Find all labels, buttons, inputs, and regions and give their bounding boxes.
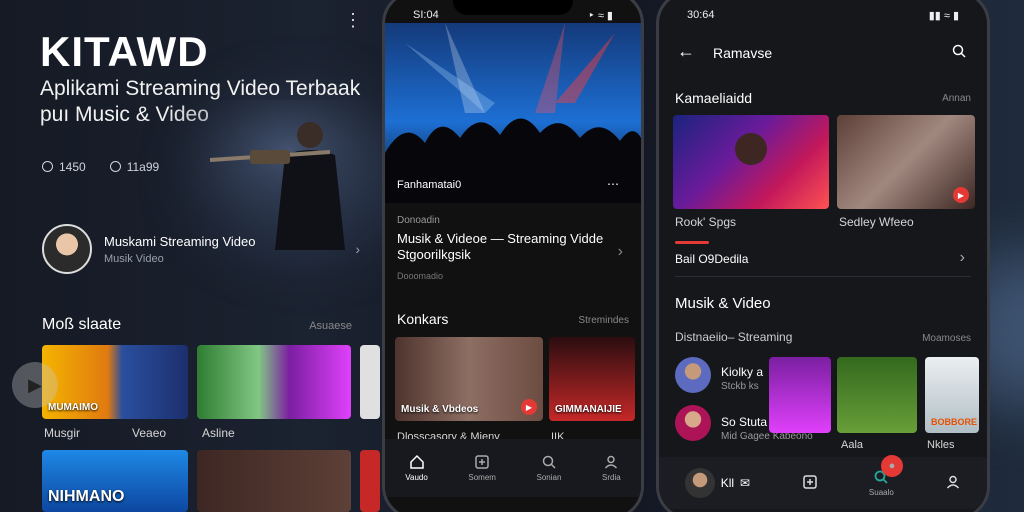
video-thumb[interactable]	[360, 345, 380, 419]
tab-profile[interactable]: Srdia	[602, 454, 621, 482]
channel-avatar	[42, 224, 92, 274]
chevron-right-icon: ›	[617, 243, 623, 260]
status-bar: SI:04 ‣ ≈ ▮	[385, 9, 641, 22]
screenshot-stage: KITAWD Aplikami Streaming Video Terbaak …	[0, 0, 1024, 512]
video-thumb[interactable]	[197, 450, 351, 512]
user-avatar	[684, 468, 715, 498]
status-time: 30:64	[687, 9, 715, 21]
video-meta-2: Dooomadio	[397, 271, 444, 281]
list-item-title: So Stuta	[721, 415, 768, 429]
channel-name: Muskami Streaming Video	[104, 233, 256, 249]
grid-thumb[interactable]: BOBBORE	[925, 357, 979, 433]
phone-mockup-2: 30:64 ▮▮ ≈ ▮ ← Ramavse Kamaeliaidd Annan…	[656, 0, 990, 512]
play-icon[interactable]: ▶	[12, 362, 58, 408]
status-time: SI:04	[413, 9, 439, 21]
video-card[interactable]: Musik & Vbdeos ▶	[395, 337, 543, 421]
tab-add[interactable]	[802, 474, 818, 493]
grid-thumb[interactable]	[769, 357, 831, 433]
video-card[interactable]: GIMMANAIJIE	[549, 337, 635, 421]
thumb-label: MUMAIMO	[48, 402, 98, 413]
card-label: GIMMANAIJIE	[555, 404, 622, 415]
status-bar: 30:64 ▮▮ ≈ ▮	[659, 9, 987, 22]
phone-mockup-1: SI:04 ‣ ≈ ▮ Fanhamatai0 ⋯ Donoadin Musik…	[382, 0, 644, 512]
video-thumb[interactable]	[197, 345, 351, 419]
performer-figure	[735, 133, 767, 165]
section-title: Distnaeiio– Streaming	[675, 330, 793, 344]
thumb-caption: Asline	[202, 426, 235, 440]
grid-thumb[interactable]	[837, 357, 917, 433]
chevron-right-icon: ›	[355, 241, 360, 257]
signal-icon: ‣ ≈ ▮	[588, 10, 613, 22]
see-all-link[interactable]: Annan	[942, 93, 971, 104]
plus-square-icon	[475, 455, 489, 469]
more-horizontal-icon[interactable]: ⋯	[607, 177, 619, 191]
thumb-caption: Musgir	[44, 426, 81, 440]
list-item-title: Kiolky a	[721, 365, 764, 379]
chevron-right-icon: ›	[959, 249, 965, 266]
video-thumb[interactable]	[360, 450, 380, 512]
video-thumb[interactable]: MUMAIMO	[42, 345, 188, 419]
card-caption: Sedley Wfeeo	[839, 215, 914, 229]
header-title: Ramavse	[713, 45, 773, 61]
user-icon	[605, 455, 618, 469]
bottom-tab-bar: Kll ✉ ● Suaalo	[659, 455, 987, 509]
section-header: Moß slaate Asuaese	[42, 316, 352, 334]
concert-hero-image	[385, 23, 641, 203]
mail-icon: ✉	[740, 476, 751, 490]
app-title: KITAWD	[40, 28, 209, 75]
video-card[interactable]	[673, 115, 829, 209]
notification-badge-icon: ●	[880, 455, 903, 477]
grid-caption: Nkles	[927, 439, 955, 451]
tab-home[interactable]: Vaudo	[405, 454, 428, 482]
play-icon[interactable]: ▶	[953, 187, 969, 203]
clock-icon	[109, 161, 121, 172]
divider	[675, 276, 971, 277]
section-title: Moß slaate	[42, 316, 122, 333]
user-icon	[947, 475, 960, 489]
channel-row[interactable]: Muskami Streaming Video Musik Video ›	[42, 224, 360, 274]
tab-search[interactable]: Sonian	[537, 454, 561, 482]
hero-label: Fanhamatai0	[397, 179, 462, 191]
search-icon	[542, 455, 556, 469]
home-icon	[409, 454, 424, 469]
video-thumb[interactable]: NIHMANO	[42, 450, 188, 512]
tab-add[interactable]: Somem	[468, 454, 496, 482]
video-stats: 1450 11a99	[42, 160, 159, 174]
section-title: Kamaeliaidd	[675, 90, 753, 106]
progress-indicator	[675, 241, 709, 244]
tab-search[interactable]: ● Suaalo	[869, 455, 903, 497]
search-icon[interactable]	[951, 43, 967, 59]
grid-thumb-label: BOBBORE	[931, 417, 978, 427]
back-arrow-icon[interactable]: ←	[677, 41, 695, 62]
artist-avatar[interactable]	[675, 357, 711, 393]
video-title: Musik & Videoe — Streaming Vidde Stgoori…	[397, 231, 604, 262]
see-all-link[interactable]: Asuaese	[309, 316, 352, 334]
card-caption: Rook' Spgs	[675, 215, 736, 229]
artist-avatar[interactable]	[675, 405, 711, 441]
list-item-meta: Stckb ks	[721, 381, 759, 392]
see-all-link[interactable]: Stremindes	[578, 315, 629, 326]
link-row[interactable]: Bail O9Dedila	[675, 252, 748, 266]
video-card[interactable]: ▶	[837, 115, 975, 209]
more-vertical-icon[interactable]: ⋮	[344, 10, 362, 31]
views-stat: 1450	[42, 160, 86, 174]
section-title: Musik & Video	[675, 295, 771, 312]
likes-stat: 11a99	[109, 160, 159, 174]
grid-caption: Aala	[841, 439, 864, 451]
video-meta: Donoadin	[397, 215, 440, 226]
signal-icon: ▮▮ ≈ ▮	[928, 10, 959, 22]
card-label: Musik & Vbdeos	[401, 404, 479, 415]
eye-icon	[42, 161, 53, 172]
tab-profile-mini[interactable]: Kll ✉	[684, 468, 751, 498]
see-all-link[interactable]: Moamoses	[922, 333, 971, 344]
plus-square-icon	[802, 474, 817, 489]
thumb-label: NIHMANO	[48, 488, 125, 505]
channel-meta: Musik Video	[104, 252, 164, 265]
thumb-caption: Veaeo	[132, 426, 167, 440]
play-icon[interactable]: ▶	[521, 399, 537, 415]
bottom-tab-bar: Vaudo Somem Sonian Srdia	[385, 439, 641, 497]
section-title: Konkars	[397, 311, 449, 327]
tab-profile[interactable]	[945, 474, 961, 493]
